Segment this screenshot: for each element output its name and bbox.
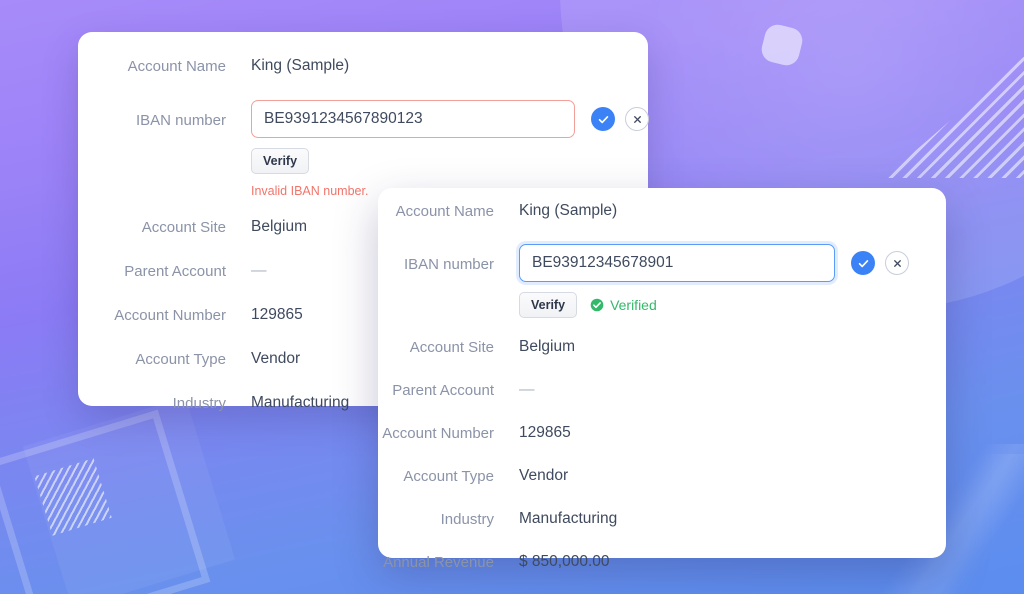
field-label: Annual Revenue (378, 552, 494, 573)
field-label-iban: IBAN number (378, 244, 494, 275)
close-icon (632, 114, 643, 125)
field-label: Account Number (78, 305, 226, 326)
verify-row: Verify (251, 148, 649, 174)
field-row-iban-number: IBAN number Verify (378, 244, 946, 318)
field-label: Account Site (78, 217, 226, 238)
verify-button[interactable]: Verify (519, 292, 577, 318)
field-row-iban-number: IBAN number Verify (78, 100, 648, 199)
field-row-account-type: Account Type Vendor (378, 466, 946, 487)
field-label: Industry (378, 509, 494, 530)
cancel-iban-button[interactable] (625, 107, 649, 131)
field-label-iban: IBAN number (78, 100, 226, 131)
field-value: Vendor (519, 466, 946, 486)
field-row-account-site: Account Site Belgium (378, 337, 946, 358)
account-details-list: Account Name King (Sample) IBAN number (378, 188, 946, 594)
field-row-account-name: Account Name King (Sample) (78, 56, 648, 77)
field-row-industry: Industry Manufacturing (378, 509, 946, 530)
field-label: Account Site (378, 337, 494, 358)
check-icon (857, 257, 870, 270)
field-label: Parent Account (378, 380, 494, 401)
iban-input-row (251, 100, 649, 138)
field-row-annual-revenue: Annual Revenue $ 850,000.00 (378, 552, 946, 573)
iban-field-block: Verify Invalid IBAN number. (251, 100, 649, 199)
field-row-account-name: Account Name King (Sample) (378, 201, 946, 222)
field-value: $ 850,000.00 (519, 552, 946, 572)
confirm-iban-button[interactable] (591, 107, 615, 131)
close-icon (892, 258, 903, 269)
field-label: Account Number (378, 423, 494, 444)
field-label: Account Name (378, 201, 494, 222)
field-row-account-number: Account Number 129865 (378, 423, 946, 444)
field-value: — (519, 380, 946, 400)
iban-input[interactable] (519, 244, 835, 282)
cancel-iban-button[interactable] (885, 251, 909, 275)
check-circle-icon (590, 298, 604, 312)
field-label: Industry (78, 393, 226, 414)
iban-input-row (519, 244, 946, 282)
field-row-parent-account: Parent Account — (378, 380, 946, 401)
check-icon (597, 113, 610, 126)
field-value: 129865 (519, 423, 946, 443)
field-label: Account Name (78, 56, 226, 77)
verify-row: Verify Verified (519, 292, 946, 318)
confirm-iban-button[interactable] (851, 251, 875, 275)
account-card-verified: Account Name King (Sample) IBAN number (378, 188, 946, 558)
field-value: Belgium (519, 337, 946, 357)
field-value: Manufacturing (519, 509, 946, 529)
field-value: King (Sample) (519, 201, 946, 221)
field-value: King (Sample) (251, 56, 648, 76)
verified-status-badge: Verified (590, 297, 657, 313)
iban-input[interactable] (251, 100, 575, 138)
field-label: Account Type (78, 349, 226, 370)
verified-label: Verified (610, 297, 657, 313)
verify-button[interactable]: Verify (251, 148, 309, 174)
field-label: Parent Account (78, 261, 226, 282)
field-label: Account Type (378, 466, 494, 487)
iban-field-block: Verify Verified (519, 244, 946, 318)
